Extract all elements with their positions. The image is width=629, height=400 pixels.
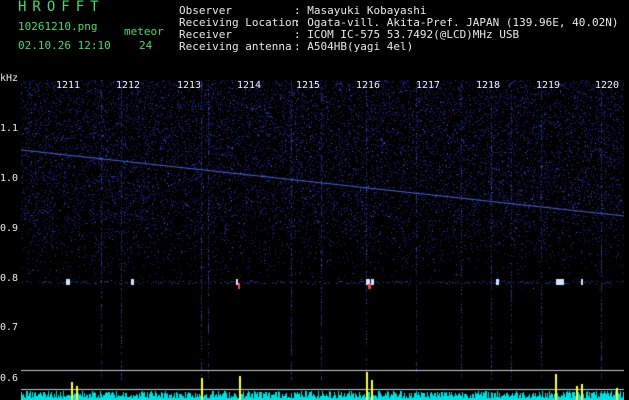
y-axis-unit: kHz — [0, 73, 19, 84]
x-tick-label: 1217 — [415, 80, 441, 91]
y-tick-label: 1.1 — [0, 123, 19, 134]
x-tick-label: 1218 — [475, 80, 501, 91]
x-tick-label: 1219 — [535, 80, 561, 91]
x-tick-label: 1216 — [355, 80, 381, 91]
y-tick-label: 0.6 — [0, 373, 19, 384]
spectrogram-canvas — [21, 80, 624, 400]
y-tick-label: 0.9 — [0, 223, 19, 234]
observation-datetime: 02.10.26 12:10 — [18, 39, 111, 52]
hrofft-screen: HROFFT 10261210.png 02.10.26 12:10 meteo… — [0, 0, 629, 400]
y-tick-label: 0.8 — [0, 273, 19, 284]
meteor-label: meteor — [124, 25, 164, 38]
x-tick-label: 1215 — [295, 80, 321, 91]
app-logo: HROFFT — [18, 0, 105, 15]
x-tick-label: 1212 — [115, 80, 141, 91]
meteor-count: 24 — [139, 39, 153, 52]
x-tick-label: 1211 — [55, 80, 81, 91]
y-tick-label: 1.0 — [0, 173, 19, 184]
x-tick-label: 1214 — [236, 80, 262, 91]
x-tick-label: 1213 — [176, 80, 202, 91]
antenna-label: Receiving antenna — [179, 40, 292, 53]
antenna-value: : A504HB(yagi 4el) — [294, 40, 414, 53]
x-tick-label: 1220 — [594, 80, 620, 91]
y-tick-label: 0.7 — [0, 322, 19, 333]
image-filename: 10261210.png — [18, 20, 98, 33]
